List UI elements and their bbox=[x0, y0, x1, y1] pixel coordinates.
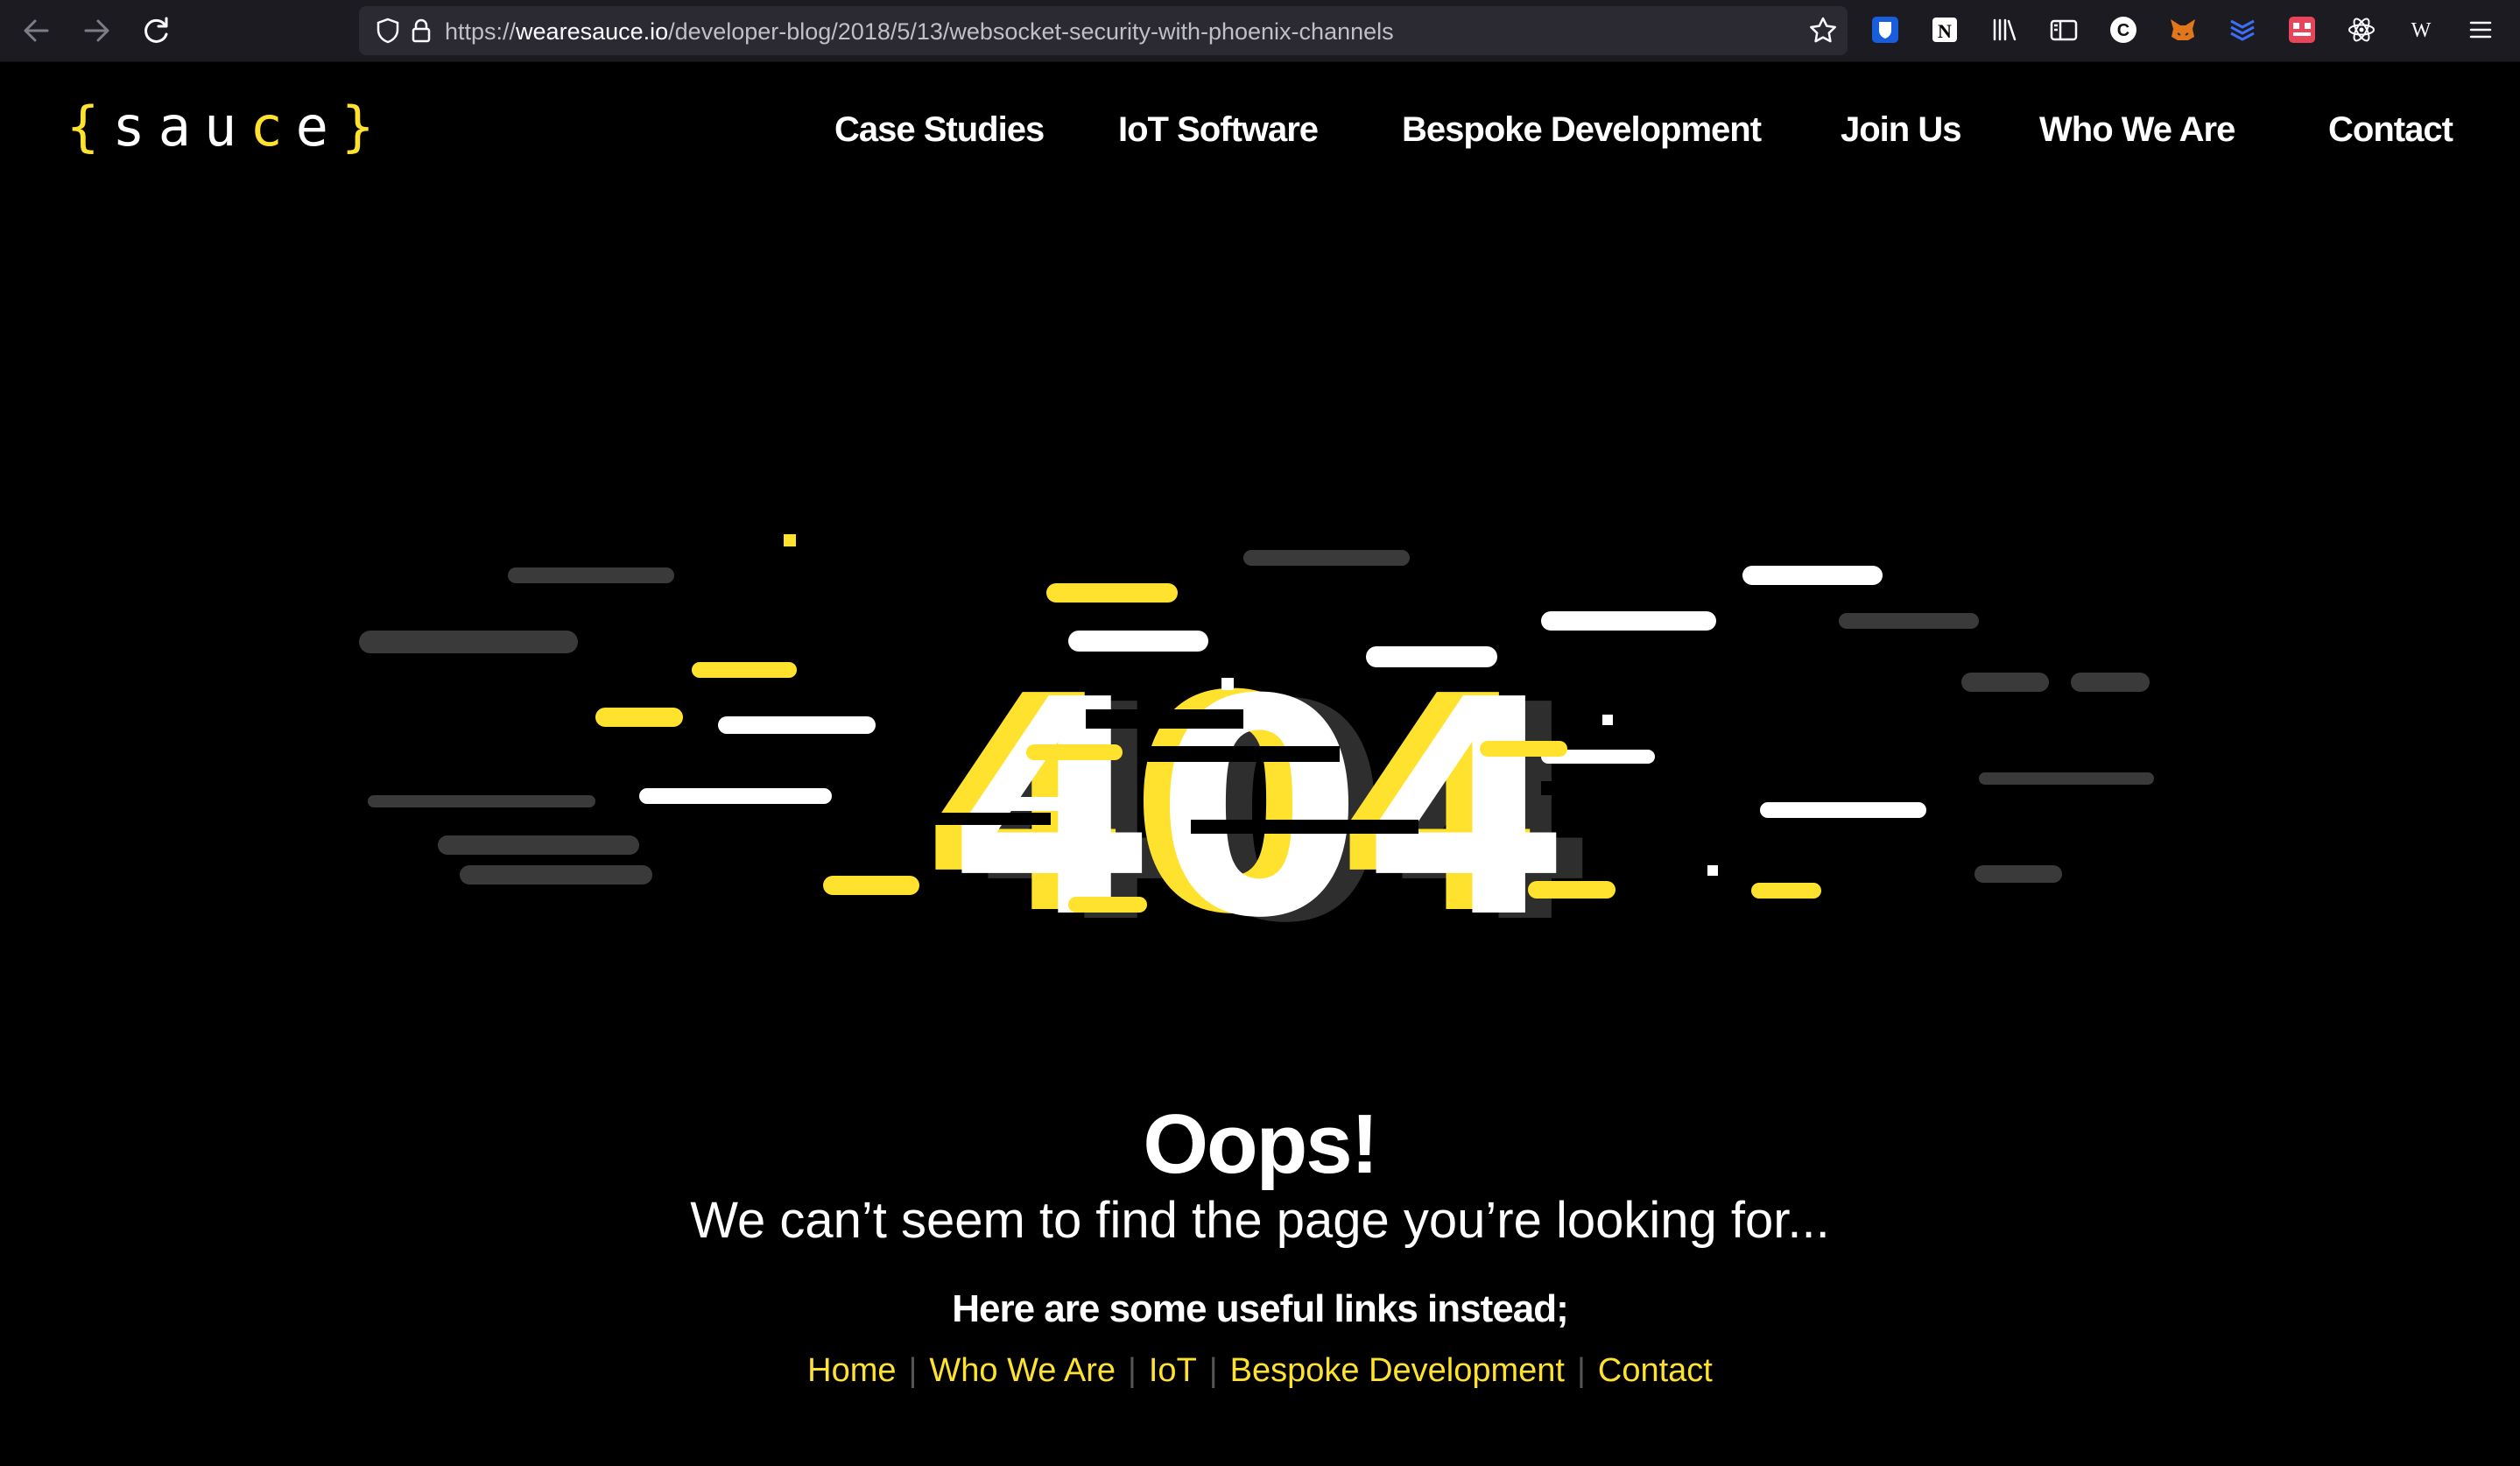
back-arrow-icon[interactable] bbox=[16, 10, 58, 52]
link-contact[interactable]: Contact bbox=[1598, 1352, 1713, 1389]
glitch-404-illustration: 404 404 404 bbox=[0, 490, 2520, 963]
c-extension-icon[interactable]: C bbox=[2108, 14, 2139, 46]
metamask-fox-icon[interactable] bbox=[2167, 14, 2199, 46]
shield-icon[interactable] bbox=[373, 16, 403, 46]
link-home[interactable]: Home bbox=[807, 1352, 896, 1389]
hamburger-menu-icon[interactable] bbox=[2465, 14, 2496, 46]
link-separator: | bbox=[908, 1352, 918, 1389]
layers-icon[interactable] bbox=[2227, 14, 2258, 46]
wikipedia-icon[interactable]: W bbox=[2405, 14, 2437, 46]
nav-case-studies[interactable]: Case Studies bbox=[834, 110, 1045, 150]
sidebar-icon[interactable] bbox=[2048, 14, 2080, 46]
links-heading: Here are some useful links instead; bbox=[952, 1287, 1569, 1330]
reload-icon[interactable] bbox=[135, 10, 177, 52]
link-who-we-are[interactable]: Who We Are bbox=[929, 1352, 1116, 1389]
main-navigation: Case Studies IoT Software Bespoke Develo… bbox=[0, 110, 2520, 154]
error-title: Oops! bbox=[1143, 1097, 1378, 1191]
svg-text:W: W bbox=[2411, 19, 2432, 42]
library-icon[interactable] bbox=[1989, 14, 2020, 46]
url-path: /developer-blog/2018/5/13/websocket-secu… bbox=[668, 18, 1394, 45]
nav-join-us[interactable]: Join Us bbox=[1841, 110, 1961, 150]
link-separator: | bbox=[1577, 1352, 1586, 1389]
error-message: We can’t seem to find the page you’re lo… bbox=[690, 1192, 1830, 1249]
forward-arrow-icon[interactable] bbox=[75, 10, 117, 52]
nav-contact[interactable]: Contact bbox=[2328, 110, 2453, 150]
link-bespoke-development[interactable]: Bespoke Development bbox=[1230, 1352, 1565, 1389]
address-bar[interactable]: https://wearesauce.io/developer-blog/201… bbox=[359, 6, 1848, 55]
link-iot[interactable]: IoT bbox=[1149, 1352, 1197, 1389]
url-scheme: https:// bbox=[445, 18, 517, 45]
bitwarden-icon[interactable] bbox=[1869, 14, 1901, 46]
bookmark-star-icon[interactable] bbox=[1807, 15, 1839, 46]
react-devtools-icon[interactable] bbox=[2346, 14, 2377, 46]
notion-icon[interactable]: N bbox=[1929, 14, 1960, 46]
grid-extension-icon[interactable] bbox=[2286, 14, 2318, 46]
url-host: wearesauce.io bbox=[516, 18, 669, 45]
nav-bespoke-development[interactable]: Bespoke Development bbox=[1402, 110, 1762, 150]
browser-toolbar: https://wearesauce.io/developer-blog/201… bbox=[0, 0, 2520, 62]
svg-text:N: N bbox=[1938, 20, 1952, 42]
nav-who-we-are[interactable]: Who We Are bbox=[2039, 110, 2235, 150]
url-text[interactable]: https://wearesauce.io/developer-blog/201… bbox=[445, 18, 1394, 46]
link-separator: | bbox=[1128, 1352, 1137, 1389]
lock-icon[interactable] bbox=[406, 16, 436, 46]
nav-iot-software[interactable]: IoT Software bbox=[1118, 110, 1319, 150]
svg-text:C: C bbox=[2117, 21, 2129, 40]
useful-links: Home | Who We Are | IoT | Bespoke Development |… bbox=[0, 1352, 2520, 1390]
link-separator: | bbox=[1208, 1352, 1218, 1389]
